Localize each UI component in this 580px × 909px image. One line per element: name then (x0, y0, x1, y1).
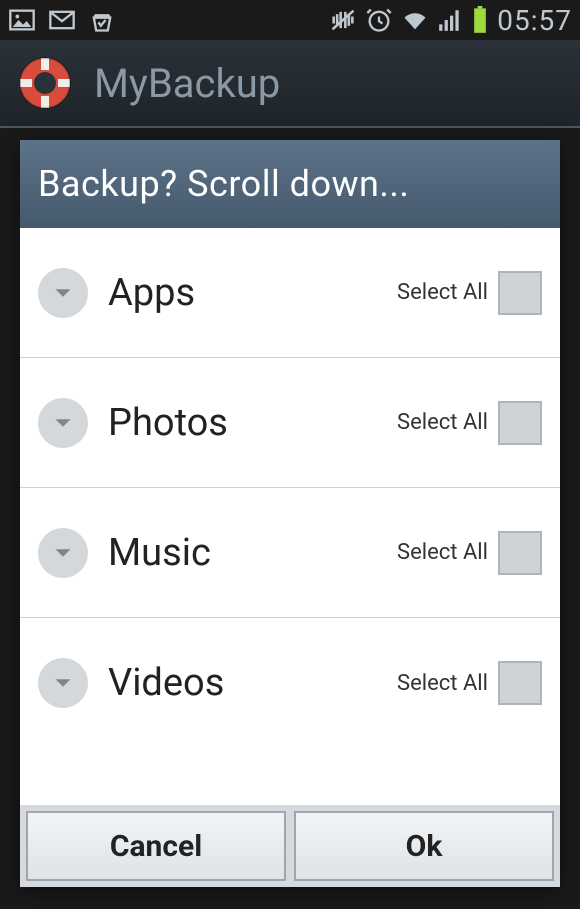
wifi-icon (401, 6, 429, 34)
dialog-title: Backup? Scroll down... (20, 140, 560, 228)
signal-icon (437, 7, 463, 33)
dialog-body[interactable]: Apps Select All Photos Select All Music (20, 228, 560, 805)
select-all-group: Select All (397, 401, 542, 445)
chevron-down-icon (48, 408, 78, 438)
status-bar: 05:57 (0, 0, 580, 40)
select-all-label: Select All (397, 671, 488, 696)
vibrate-icon (329, 6, 357, 34)
app-title: MyBackup (94, 60, 280, 107)
category-row-videos: Videos Select All (20, 618, 560, 748)
select-all-group: Select All (397, 531, 542, 575)
expand-button-apps[interactable] (38, 268, 88, 318)
dialog-footer: Cancel Ok (20, 805, 560, 887)
category-label: Videos (108, 661, 377, 705)
select-all-label: Select All (397, 540, 488, 565)
playstore-icon (88, 6, 116, 34)
chevron-down-icon (48, 668, 78, 698)
expand-button-music[interactable] (38, 528, 88, 578)
ok-button[interactable]: Ok (294, 811, 554, 881)
app-header: MyBackup (0, 40, 580, 128)
backup-dialog: Backup? Scroll down... Apps Select All P… (20, 140, 560, 887)
expand-button-videos[interactable] (38, 658, 88, 708)
expand-button-photos[interactable] (38, 398, 88, 448)
category-label: Music (108, 531, 377, 575)
category-row-apps: Apps Select All (20, 228, 560, 358)
category-label: Photos (108, 401, 377, 445)
select-all-group: Select All (397, 661, 542, 705)
select-all-label: Select All (397, 410, 488, 435)
category-row-photos: Photos Select All (20, 358, 560, 488)
chevron-down-icon (48, 278, 78, 308)
alarm-icon (365, 6, 393, 34)
category-label: Apps (108, 271, 377, 315)
battery-icon (471, 6, 489, 34)
select-all-label: Select All (397, 280, 488, 305)
status-left-icons (8, 6, 116, 34)
select-all-group: Select All (397, 271, 542, 315)
status-right-icons: 05:57 (329, 4, 572, 37)
select-all-checkbox-photos[interactable] (498, 401, 542, 445)
status-time: 05:57 (497, 4, 572, 37)
lifebuoy-icon (18, 56, 72, 110)
category-row-music: Music Select All (20, 488, 560, 618)
gmail-icon (48, 6, 76, 34)
select-all-checkbox-apps[interactable] (498, 271, 542, 315)
chevron-down-icon (48, 538, 78, 568)
gallery-icon (8, 6, 36, 34)
cancel-button[interactable]: Cancel (26, 811, 286, 881)
select-all-checkbox-music[interactable] (498, 531, 542, 575)
select-all-checkbox-videos[interactable] (498, 661, 542, 705)
